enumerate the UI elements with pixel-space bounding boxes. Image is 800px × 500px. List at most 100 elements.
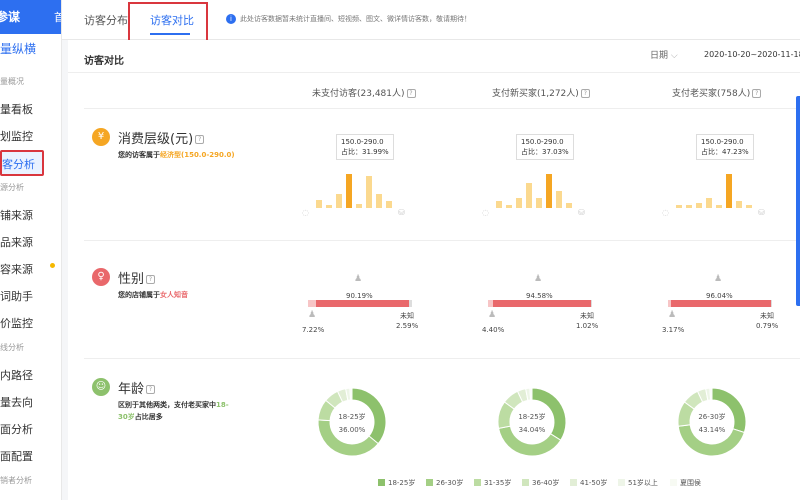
male-icon: ♟ <box>668 310 677 320</box>
sidebar-item[interactable]: 铺来源 <box>0 207 33 223</box>
tab-visitor-compare[interactable]: 访客对比 <box>150 12 194 28</box>
consumption-title: 消费层级(元)? <box>118 128 205 147</box>
sidebar-item[interactable]: 量去向 <box>0 394 33 410</box>
unknown-share-bar[interactable] <box>409 300 412 307</box>
sidebar-item-active[interactable]: 客分析 <box>0 150 44 176</box>
legend-label: 36-40岁 <box>532 479 560 487</box>
help-icon[interactable]: ? <box>195 135 205 144</box>
legend-item[interactable]: 18-25岁 <box>378 478 415 488</box>
age-slice[interactable] <box>709 387 713 401</box>
divider <box>84 358 800 359</box>
female-icon: ♟ <box>354 274 363 284</box>
coin-small-icon: ◌ <box>662 208 669 217</box>
column-header-unpaid: 未支付访客(23,481人)? <box>312 86 416 99</box>
sidebar-brand[interactable]: 量纵横 <box>0 40 36 57</box>
female-percent: 90.19% <box>346 292 373 300</box>
age-desc-line2: 30岁占比居多 <box>118 412 163 422</box>
legend-swatch <box>570 479 577 486</box>
app-title: 参谋 <box>0 10 21 24</box>
help-icon[interactable]: ? <box>406 89 416 98</box>
consumption-tooltip: 150.0-290.0 占比：37.03% <box>516 134 574 160</box>
consumption-bar[interactable] <box>736 200 742 208</box>
consumption-bar[interactable] <box>376 194 382 208</box>
column-header-label: 支付新买家(1,272人) <box>492 89 579 99</box>
sidebar-item[interactable]: 内路径 <box>0 367 33 383</box>
unknown-label: 未知 <box>760 312 774 320</box>
consumption-bar[interactable] <box>356 203 362 208</box>
legend-swatch <box>426 479 433 486</box>
unknown-share-bar[interactable] <box>771 300 772 307</box>
age-slice[interactable] <box>349 387 353 401</box>
sidebar-section-label: 线分析 <box>0 343 24 352</box>
date-selector[interactable]: 日期 ⌵ <box>650 48 678 61</box>
male-share-bar[interactable] <box>308 300 316 307</box>
consumption-bar[interactable] <box>336 194 342 208</box>
consumption-tooltip: 150.0-290.0 占比：47.23% <box>696 134 754 160</box>
consumption-bar[interactable] <box>366 175 372 208</box>
legend-item[interactable]: 26-30岁 <box>426 478 463 488</box>
consumption-bar[interactable] <box>696 202 702 208</box>
sidebar-item[interactable]: 量看板 <box>0 101 33 117</box>
scrollbar[interactable] <box>796 96 800 306</box>
help-icon[interactable]: ? <box>580 89 590 98</box>
home-link[interactable]: 首 <box>54 9 61 25</box>
gender-desc-prefix: 您的店铺属于 <box>118 291 160 299</box>
donut-center-range: 18-25岁 <box>518 413 546 421</box>
sidebar-section-label: 源分析 <box>0 183 24 192</box>
consumption-bar[interactable] <box>716 204 722 208</box>
age-donut-chart <box>677 387 747 457</box>
age-slice[interactable] <box>529 387 533 401</box>
help-icon[interactable]: ? <box>146 275 156 284</box>
consumption-bar[interactable] <box>566 202 572 208</box>
sidebar-item[interactable]: 品来源 <box>0 234 33 250</box>
consumption-bar[interactable] <box>516 197 522 208</box>
sidebar-item[interactable]: 面分析 <box>0 421 33 437</box>
consumption-bar[interactable] <box>496 201 502 208</box>
age-highlight: 30岁 <box>118 413 135 421</box>
consumption-bar[interactable] <box>386 201 392 208</box>
tab-visitor-distribution[interactable]: 访客分布 <box>84 12 128 28</box>
help-icon[interactable]: ? <box>752 89 762 98</box>
gender-title: 性别? <box>118 268 156 287</box>
legend-item[interactable]: 36-40岁 <box>522 478 559 488</box>
legend-item[interactable]: 51岁以上 <box>618 478 658 488</box>
sidebar-item[interactable]: 面配置 <box>0 448 33 464</box>
age-legend: 18-25岁 26-30岁 31-35岁 36-40岁 41-50岁 51岁以上 夏围侯 <box>378 478 798 492</box>
legend-label: 夏围侯 <box>680 479 701 487</box>
age-title-label: 年龄 <box>118 382 145 397</box>
consumption-bar[interactable] <box>556 191 562 208</box>
help-icon[interactable]: ? <box>146 385 156 394</box>
consumption-bar[interactable] <box>536 197 542 208</box>
unknown-label: 未知 <box>580 312 594 320</box>
consumption-bar[interactable] <box>526 182 532 208</box>
legend-item[interactable]: 31-35岁 <box>474 478 511 488</box>
legend-item[interactable]: 41-50岁 <box>570 478 607 488</box>
consumption-bar[interactable] <box>706 197 712 208</box>
sidebar-item[interactable]: 容来源 <box>0 261 33 277</box>
sidebar-item[interactable]: 词助手 <box>0 288 33 304</box>
consumption-bar[interactable] <box>326 204 332 208</box>
column-header-label: 未支付访客(23,481人) <box>312 89 405 99</box>
consumption-bar[interactable] <box>546 174 552 208</box>
consumption-desc-prefix: 您的访客属于 <box>118 151 160 159</box>
consumption-bar[interactable] <box>316 199 322 208</box>
female-share-bar[interactable] <box>671 300 772 307</box>
consumption-bar[interactable] <box>686 204 692 208</box>
age-highlight: 18- <box>216 401 229 409</box>
consumption-bar[interactable] <box>506 204 512 208</box>
users-icon: ♀ <box>92 268 110 286</box>
date-range: 2020-10-20~2020-11-18 <box>704 50 800 59</box>
unknown-share-bar[interactable] <box>590 300 592 307</box>
legend-item[interactable]: 夏围侯 <box>670 478 701 488</box>
sidebar-item[interactable]: 价监控 <box>0 315 33 331</box>
consumption-bar[interactable] <box>346 174 352 208</box>
female-share-bar[interactable] <box>315 300 410 307</box>
female-share-bar[interactable] <box>492 300 591 307</box>
sidebar-item[interactable]: 划监控 <box>0 128 33 144</box>
consumption-bar[interactable] <box>746 204 752 208</box>
consumption-bar[interactable] <box>676 204 682 208</box>
consumption-bar[interactable] <box>726 174 732 208</box>
male-percent: 3.17% <box>662 326 685 334</box>
sidebar-section-label: 销者分析 <box>0 476 32 485</box>
legend-swatch <box>474 479 481 486</box>
